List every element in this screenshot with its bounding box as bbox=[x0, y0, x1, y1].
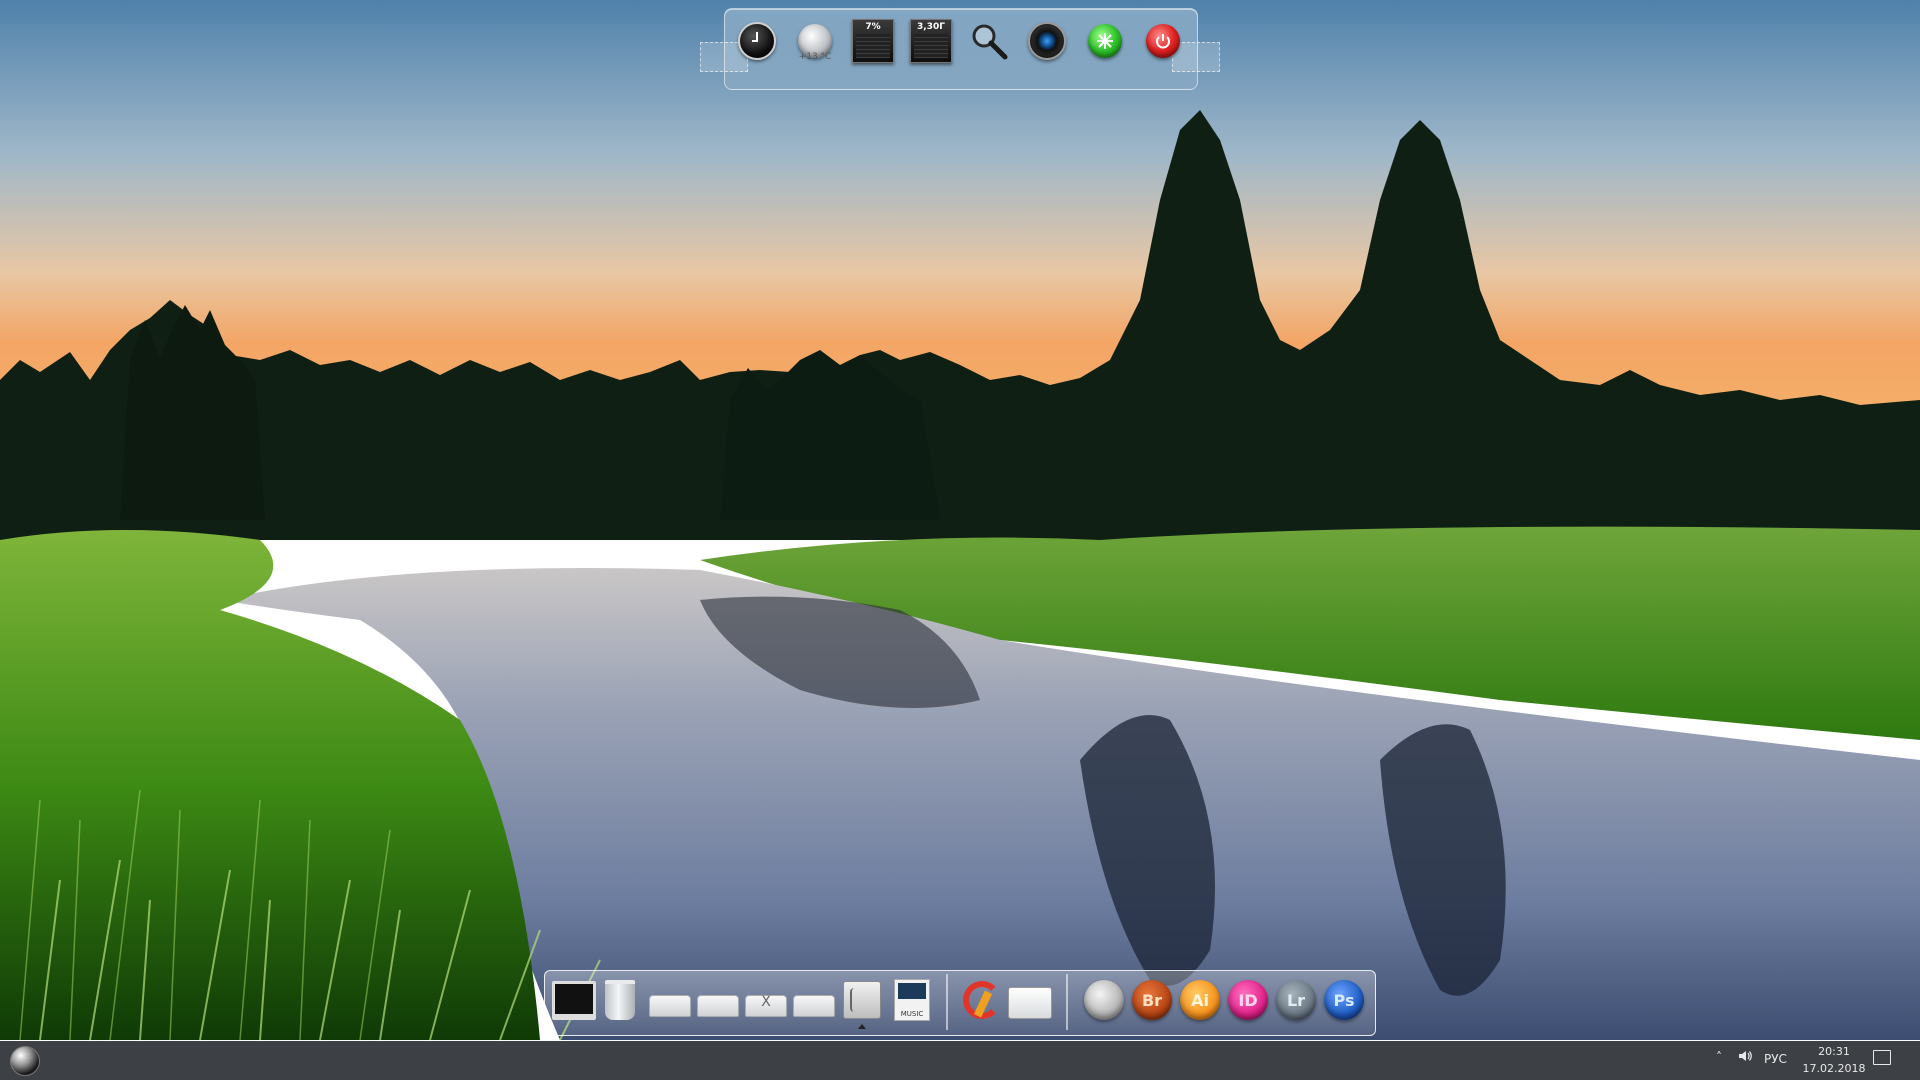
drive-label: X bbox=[761, 994, 771, 1010]
music-folder-label: MUSIC bbox=[900, 1010, 924, 1018]
camera-icon[interactable] bbox=[1024, 18, 1070, 64]
search-icon[interactable] bbox=[966, 18, 1012, 64]
weather-icon[interactable]: +13 °C bbox=[792, 18, 838, 64]
volume-icon[interactable] bbox=[1737, 1048, 1753, 1068]
clock-icon[interactable] bbox=[734, 18, 780, 64]
cpu-meter-icon[interactable]: 7% bbox=[850, 18, 896, 64]
notification-center-icon[interactable] bbox=[1873, 1050, 1891, 1065]
input-language[interactable]: РУС bbox=[1764, 1052, 1787, 1066]
cpu-meter-value: 7% bbox=[865, 22, 881, 32]
wallpaper-landscape bbox=[0, 0, 1920, 1041]
start-button[interactable] bbox=[10, 1046, 40, 1076]
clock-tray[interactable]: 20:31 17.02.2018 bbox=[1800, 1043, 1868, 1077]
computer-icon[interactable] bbox=[552, 978, 596, 1022]
trash-icon[interactable] bbox=[598, 978, 642, 1022]
drive-icon[interactable] bbox=[696, 978, 740, 1022]
refresh-icon[interactable] bbox=[1082, 18, 1128, 64]
music-folder-icon[interactable]: MUSIC bbox=[890, 978, 934, 1022]
folder-icon[interactable] bbox=[1008, 978, 1052, 1022]
taskbar bbox=[0, 1041, 1920, 1080]
photoshop-icon[interactable]: Ps bbox=[1322, 978, 1366, 1022]
ram-meter-value: 3,30Г bbox=[917, 22, 945, 32]
drive-x-icon[interactable]: X bbox=[744, 978, 788, 1022]
illustrator-icon[interactable]: Ai bbox=[1178, 978, 1222, 1022]
drive-icon[interactable] bbox=[648, 978, 692, 1022]
lightroom-icon[interactable]: Lr bbox=[1274, 978, 1318, 1022]
bridge-icon[interactable]: Br bbox=[1130, 978, 1174, 1022]
weather-temperature: +13 °C bbox=[798, 52, 832, 62]
tray-time: 20:31 bbox=[1818, 1045, 1850, 1058]
indesign-icon[interactable]: ID bbox=[1226, 978, 1270, 1022]
ccleaner-icon[interactable] bbox=[960, 978, 1004, 1022]
show-hidden-icons-icon[interactable]: ˄ bbox=[1716, 1050, 1722, 1064]
dock-separator bbox=[1066, 974, 1068, 1030]
tray-date: 17.02.2018 bbox=[1802, 1062, 1866, 1075]
drive-icon[interactable] bbox=[792, 978, 836, 1022]
desktop: +13 °C 7% 3,30Г X MUSIC Br Ai ID Lr Ps ˄… bbox=[0, 0, 1920, 1080]
dock-separator bbox=[946, 974, 948, 1030]
acrobat-icon[interactable] bbox=[1082, 978, 1126, 1022]
running-indicator bbox=[858, 1024, 866, 1029]
ram-meter-icon[interactable]: 3,30Г bbox=[908, 18, 954, 64]
power-icon[interactable] bbox=[1140, 18, 1186, 64]
finder-icon[interactable] bbox=[840, 978, 884, 1022]
